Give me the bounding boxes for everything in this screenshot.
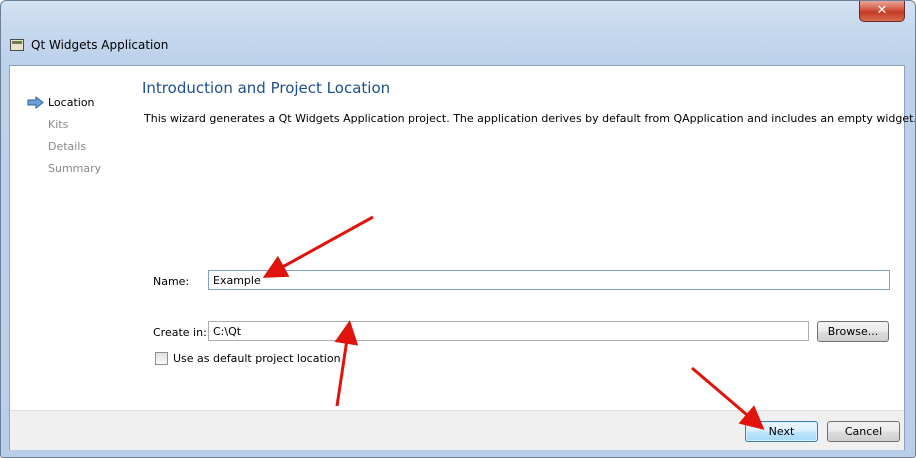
page-title: Introduction and Project Location (142, 79, 391, 97)
current-step-arrow-icon (27, 96, 44, 109)
wizard-body: Location Kits Details Summary Introducti… (9, 65, 915, 450)
button-bar: Next Cancel (10, 410, 904, 450)
default-location-label[interactable]: Use as default project location (173, 352, 341, 365)
step-summary: Summary (48, 162, 102, 175)
browse-button[interactable]: Browse... (817, 321, 889, 342)
step-details: Details (48, 140, 87, 153)
app-window-icon (10, 39, 24, 51)
name-label: Name: (153, 275, 190, 288)
wizard-steps: Location Kits Details Summary (10, 66, 140, 410)
title-bar[interactable]: Qt Widgets Application ✕ (1, 1, 915, 65)
name-field[interactable] (208, 270, 890, 290)
cancel-button[interactable]: Cancel (827, 421, 900, 442)
create-in-field[interactable] (208, 321, 809, 341)
close-button[interactable]: ✕ (859, 1, 905, 22)
default-location-checkbox[interactable] (155, 352, 168, 365)
create-in-label: Create in: (153, 326, 207, 339)
step-location: Location (48, 96, 95, 109)
step-kits: Kits (48, 118, 69, 131)
page-description: This wizard generates a Qt Widgets Appli… (144, 112, 916, 125)
wizard-window: Qt Widgets Application ✕ Location Kits D… (0, 0, 916, 458)
next-button[interactable]: Next (745, 421, 818, 442)
window-title: Qt Widgets Application (31, 38, 169, 52)
